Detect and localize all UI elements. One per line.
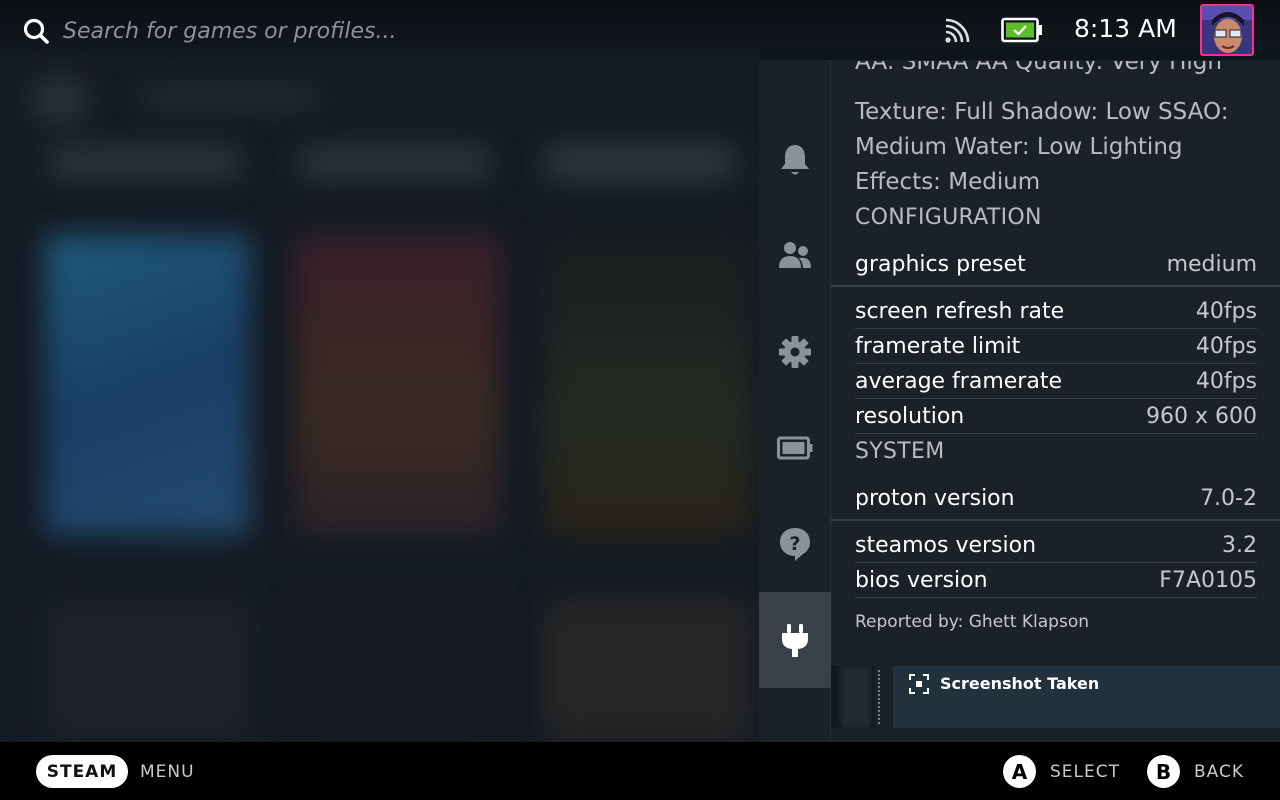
row-proton-version: proton version 7.0-2 bbox=[831, 477, 1280, 521]
rail-item-settings[interactable] bbox=[759, 304, 831, 400]
compatibility-report-panel: AA: SMAA AA Quality: Very High Texture: … bbox=[831, 60, 1280, 742]
bell-icon bbox=[781, 145, 809, 175]
a-button-glyph[interactable]: A bbox=[1003, 755, 1036, 788]
screenshot-thumbnail bbox=[831, 666, 893, 728]
search-icon[interactable] bbox=[22, 17, 50, 45]
rail-item-friends[interactable] bbox=[759, 208, 831, 304]
quick-access-rail: ? bbox=[759, 60, 831, 742]
search-input[interactable] bbox=[63, 14, 563, 48]
b-button-glyph[interactable]: B bbox=[1147, 755, 1180, 788]
rail-item-plugins[interactable] bbox=[759, 592, 831, 688]
friends-icon bbox=[779, 242, 811, 268]
steam-button[interactable]: STEAM bbox=[36, 755, 128, 788]
toast-message: Screenshot Taken bbox=[940, 674, 1100, 693]
graphics-spec-text: Texture: Full Shadow: Low SSAO: Medium W… bbox=[855, 99, 1229, 195]
row-bios-version: bios version F7A0105 bbox=[855, 564, 1257, 598]
row-resolution: resolution 960 x 600 bbox=[855, 400, 1257, 434]
graphics-spec-partial: AA: SMAA AA Quality: Very High bbox=[855, 61, 1222, 75]
screenshot-toast[interactable]: Screenshot Taken bbox=[831, 666, 1280, 728]
battery-icon bbox=[777, 436, 813, 460]
rail-item-performance[interactable] bbox=[759, 400, 831, 496]
section-system: SYSTEM bbox=[855, 439, 945, 464]
row-steamos-version: steamos version 3.2 bbox=[855, 529, 1257, 563]
row-average-framerate: average framerate 40fps bbox=[855, 365, 1257, 399]
avatar[interactable] bbox=[1200, 4, 1254, 56]
rail-item-help[interactable]: ? bbox=[759, 496, 831, 592]
help-icon: ? bbox=[780, 528, 810, 561]
top-bar: 8:13 AM bbox=[0, 0, 1280, 60]
wifi-signal-icon bbox=[945, 18, 970, 43]
gear-icon bbox=[779, 336, 811, 368]
menu-label: MENU bbox=[140, 762, 195, 782]
section-configuration: CONFIGURATION bbox=[855, 205, 1042, 230]
svg-text:?: ? bbox=[789, 533, 800, 555]
row-screen-refresh-rate: screen refresh rate 40fps bbox=[855, 295, 1257, 329]
row-graphics-preset: graphics preset medium bbox=[831, 243, 1280, 287]
bottom-bar: STEAM MENU A SELECT B BACK bbox=[0, 742, 1280, 800]
library-background bbox=[0, 0, 760, 742]
screenshot-icon bbox=[909, 674, 929, 694]
reported-by: Reported by: Ghett Klapson bbox=[855, 612, 1090, 632]
back-label: BACK bbox=[1194, 762, 1245, 782]
rail-item-notifications[interactable] bbox=[759, 112, 831, 208]
select-label: SELECT bbox=[1050, 762, 1120, 782]
battery-charging-icon bbox=[1001, 17, 1042, 43]
clock: 8:13 AM bbox=[1074, 14, 1177, 43]
plug-icon bbox=[782, 624, 808, 657]
row-framerate-limit: framerate limit 40fps bbox=[855, 330, 1257, 364]
